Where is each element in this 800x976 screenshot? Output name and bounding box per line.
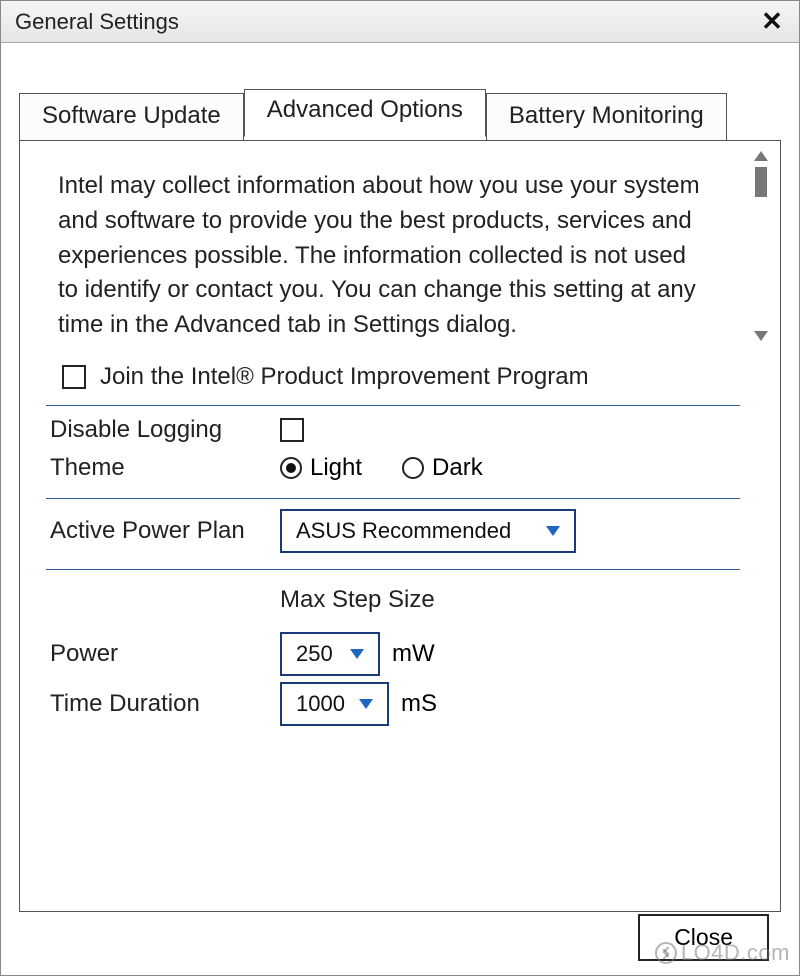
watermark: LO4D.com <box>655 940 790 966</box>
info-scrollbar[interactable] <box>748 151 774 341</box>
close-icon[interactable]: ✕ <box>755 6 789 37</box>
tab-advanced-options[interactable]: Advanced Options <box>244 89 486 137</box>
chevron-down-icon <box>546 526 560 536</box>
power-plan-value: ASUS Recommended <box>296 518 511 544</box>
max-step-header: Max Step Size <box>280 580 732 626</box>
power-plan-grid: Active Power Plan ASUS Recommended <box>46 509 740 565</box>
theme-radio-group: Light Dark <box>280 454 732 482</box>
power-value: 250 <box>296 641 333 667</box>
scroll-down-icon[interactable] <box>754 331 768 341</box>
power-plan-label: Active Power Plan <box>50 517 280 545</box>
theme-dark-label: Dark <box>432 454 483 482</box>
radio-dot-icon <box>280 457 302 479</box>
power-label: Power <box>50 640 280 668</box>
disable-logging-checkbox[interactable] <box>280 418 304 442</box>
divider <box>46 405 740 406</box>
chevron-down-icon <box>359 699 373 709</box>
power-plan-dropdown[interactable]: ASUS Recommended <box>280 509 576 553</box>
divider <box>46 569 740 570</box>
tab-battery-monitoring[interactable]: Battery Monitoring <box>486 93 727 141</box>
advanced-options-panel: Intel may collect information about how … <box>19 140 781 912</box>
theme-light-radio[interactable]: Light <box>280 454 362 482</box>
tab-strip: Software Update Advanced Options Battery… <box>19 93 781 140</box>
info-text: Intel may collect information about how … <box>46 165 740 351</box>
theme-dark-radio[interactable]: Dark <box>402 454 483 482</box>
join-program-checkbox[interactable] <box>62 365 86 389</box>
watermark-text: LO4D.com <box>681 940 790 966</box>
scroll-up-icon[interactable] <box>754 151 768 161</box>
scroll-thumb[interactable] <box>755 167 767 197</box>
power-dropdown[interactable]: 250 <box>280 632 380 676</box>
divider <box>46 498 740 499</box>
theme-label: Theme <box>50 454 280 482</box>
titlebar: General Settings ✕ <box>1 1 799 43</box>
client-area: Software Update Advanced Options Battery… <box>1 43 799 975</box>
window-title: General Settings <box>15 9 755 35</box>
radio-dot-icon <box>402 457 424 479</box>
join-program-row: Join the Intel® Product Improvement Prog… <box>46 351 740 401</box>
time-dropdown[interactable]: 1000 <box>280 682 389 726</box>
settings-window: General Settings ✕ Software Update Advan… <box>0 0 800 976</box>
disable-logging-label: Disable Logging <box>50 416 280 444</box>
time-label: Time Duration <box>50 690 280 718</box>
time-value: 1000 <box>296 691 345 717</box>
power-unit: mW <box>392 640 435 668</box>
logging-theme-grid: Disable Logging Theme Light Dark <box>46 416 740 494</box>
time-unit: mS <box>401 690 437 718</box>
max-step-grid: Max Step Size Power 250 mW Time Duration… <box>46 580 740 738</box>
theme-light-label: Light <box>310 454 362 482</box>
chevron-down-icon <box>350 649 364 659</box>
refresh-icon <box>655 942 677 964</box>
tab-software-update[interactable]: Software Update <box>19 93 244 141</box>
join-program-label: Join the Intel® Product Improvement Prog… <box>100 363 589 391</box>
